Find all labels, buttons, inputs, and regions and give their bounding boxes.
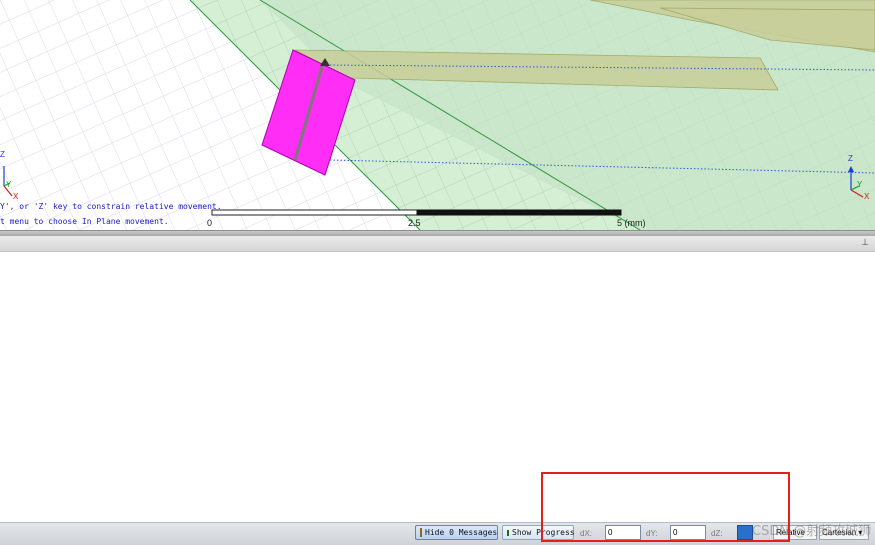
dx-label: dX: bbox=[580, 529, 593, 538]
axis-x-label-right: X bbox=[864, 192, 870, 201]
dz-label: dZ: bbox=[711, 529, 723, 538]
scale-tick-0: 0 bbox=[207, 218, 213, 228]
axis-y-label-left: Y bbox=[6, 180, 12, 189]
coordinate-system-select[interactable]: Cartesian ▾ bbox=[819, 525, 869, 540]
dy-label: dY: bbox=[646, 529, 658, 538]
axis-z-label-right: Z bbox=[848, 154, 853, 163]
axis-z-label-left: Z bbox=[0, 150, 5, 159]
hide-messages-button[interactable]: Hide 0 Messages bbox=[415, 525, 498, 540]
chevron-down-icon: ▾ bbox=[858, 528, 863, 537]
axis-y-label-right: Y bbox=[857, 180, 863, 189]
message-manager-area bbox=[0, 252, 875, 522]
scale-bar-white bbox=[211, 209, 418, 216]
pin-icon[interactable]: ⊥ bbox=[861, 238, 869, 248]
3d-modeler-viewport[interactable]: Y', or 'Z' key to constrain relative mov… bbox=[0, 0, 875, 230]
in-plane-hint-text: t menu to choose In Plane movement. bbox=[0, 217, 169, 226]
progress-icon bbox=[507, 529, 509, 536]
status-bar: Hide 0 Messages Show Progress dX: dY: dZ… bbox=[0, 522, 875, 545]
constrain-hint-text: Y', or 'Z' key to constrain relative mov… bbox=[0, 202, 222, 211]
axis-x-label-left: X bbox=[13, 192, 19, 201]
coordinate-select-value: Cartesian bbox=[822, 528, 857, 537]
dy-field[interactable] bbox=[670, 525, 706, 540]
dz-field[interactable] bbox=[737, 525, 753, 540]
show-progress-label: Show Progress bbox=[512, 528, 575, 537]
relative-select[interactable]: Relative bbox=[773, 525, 817, 540]
model-canvas[interactable] bbox=[0, 0, 875, 230]
messages-icon bbox=[420, 528, 422, 537]
hide-messages-label: Hide 0 Messages bbox=[425, 528, 498, 537]
scale-tick-5mm: 5 (mm) bbox=[617, 218, 646, 228]
show-progress-button[interactable]: Show Progress bbox=[502, 525, 575, 540]
dx-field[interactable] bbox=[605, 525, 641, 540]
scale-bar-black bbox=[416, 209, 622, 216]
message-panel-header: ⊥ bbox=[0, 236, 875, 252]
scale-tick-2-5: 2.5 bbox=[408, 218, 421, 228]
relative-select-value: Relative bbox=[776, 528, 805, 537]
